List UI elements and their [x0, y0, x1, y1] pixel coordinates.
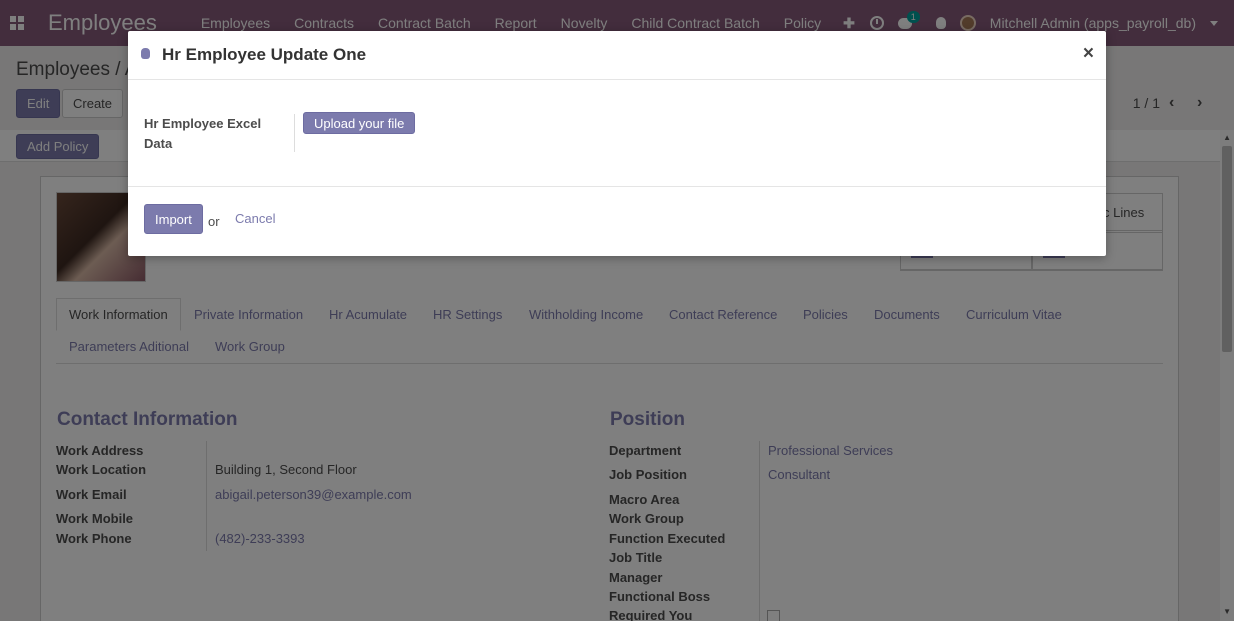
bug-icon — [141, 48, 150, 59]
import-dialog: Hr Employee Update One × Hr Employee Exc… — [128, 31, 1106, 256]
dialog-header: Hr Employee Update One × — [128, 31, 1106, 80]
cancel-button[interactable]: Cancel — [235, 211, 275, 226]
close-icon[interactable]: × — [1083, 43, 1094, 65]
dialog-footer: Import or Cancel — [128, 188, 1106, 256]
field-divider — [294, 114, 295, 152]
dialog-title: Hr Employee Update One — [162, 45, 367, 64]
upload-file-button[interactable]: Upload your file — [303, 112, 416, 134]
dialog-body: Hr Employee Excel Data Upload your file — [128, 80, 1106, 187]
or-text: or — [208, 214, 220, 229]
excel-data-label: Hr Employee Excel Data — [144, 116, 262, 151]
import-button[interactable]: Import — [144, 204, 203, 234]
